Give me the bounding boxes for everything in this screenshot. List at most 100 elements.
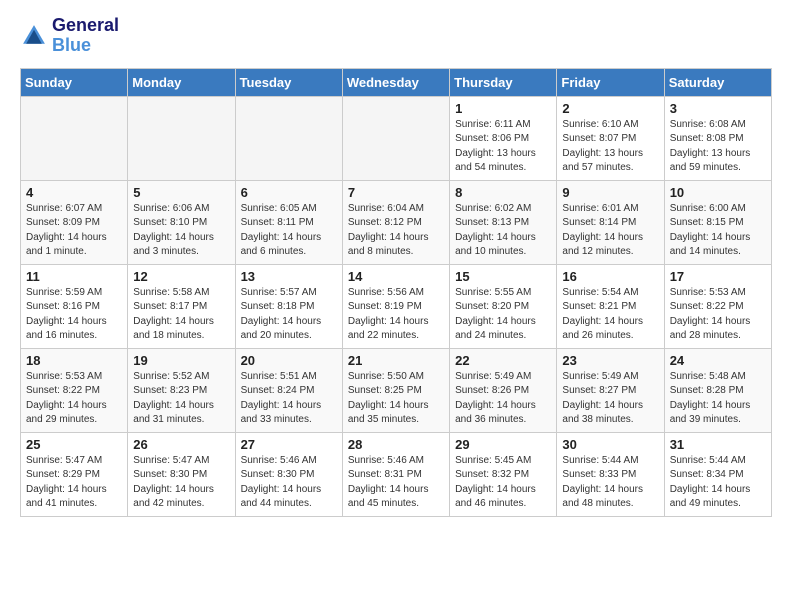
page: General Blue SundayMondayTuesdayWednesda…	[0, 0, 792, 537]
day-number: 8	[455, 185, 551, 200]
day-info: Sunrise: 5:51 AM Sunset: 8:24 PM Dayligh…	[241, 370, 337, 428]
day-info: Sunrise: 5:52 AM Sunset: 8:23 PM Dayligh…	[133, 370, 229, 428]
day-number: 19	[133, 353, 229, 368]
day-cell	[342, 96, 449, 180]
day-info: Sunrise: 5:49 AM Sunset: 8:26 PM Dayligh…	[455, 370, 551, 428]
day-cell: 2 Sunrise: 6:10 AM Sunset: 8:07 PM Daylig…	[557, 96, 664, 180]
day-info: Sunrise: 6:04 AM Sunset: 8:12 PM Dayligh…	[348, 202, 444, 260]
day-info: Sunrise: 5:57 AM Sunset: 8:18 PM Dayligh…	[241, 286, 337, 344]
day-cell: 29 Sunrise: 5:45 AM Sunset: 8:32 PM Dayli…	[450, 432, 557, 516]
day-cell: 6 Sunrise: 6:05 AM Sunset: 8:11 PM Daylig…	[235, 180, 342, 264]
col-header-thursday: Thursday	[450, 68, 557, 96]
day-info: Sunrise: 6:01 AM Sunset: 8:14 PM Dayligh…	[562, 202, 658, 260]
day-number: 3	[670, 101, 766, 116]
day-cell: 9 Sunrise: 6:01 AM Sunset: 8:14 PM Daylig…	[557, 180, 664, 264]
header-row: SundayMondayTuesdayWednesdayThursdayFrid…	[21, 68, 772, 96]
col-header-saturday: Saturday	[664, 68, 771, 96]
logo: General Blue	[20, 16, 119, 56]
day-info: Sunrise: 5:44 AM Sunset: 8:34 PM Dayligh…	[670, 454, 766, 512]
day-number: 11	[26, 269, 122, 284]
day-number: 4	[26, 185, 122, 200]
day-cell: 27Sunrise: 5:46 AM Sunset: 8:30 PM Dayli…	[235, 432, 342, 516]
day-info: Sunrise: 5:55 AM Sunset: 8:20 PM Dayligh…	[455, 286, 551, 344]
day-info: Sunrise: 6:10 AM Sunset: 8:07 PM Dayligh…	[562, 118, 658, 176]
day-cell	[128, 96, 235, 180]
day-info: Sunrise: 5:53 AM Sunset: 8:22 PM Dayligh…	[26, 370, 122, 428]
day-info: Sunrise: 5:48 AM Sunset: 8:28 PM Dayligh…	[670, 370, 766, 428]
day-info: Sunrise: 5:46 AM Sunset: 8:31 PM Dayligh…	[348, 454, 444, 512]
day-cell: 21 Sunrise: 5:50 AM Sunset: 8:25 PM Dayli…	[342, 348, 449, 432]
day-info: Sunrise: 5:49 AM Sunset: 8:27 PM Dayligh…	[562, 370, 658, 428]
day-info: Sunrise: 5:59 AM Sunset: 8:16 PM Dayligh…	[26, 286, 122, 344]
day-cell: 30 Sunrise: 5:44 AM Sunset: 8:33 PM Dayli…	[557, 432, 664, 516]
day-number: 28	[348, 437, 444, 452]
col-header-friday: Friday	[557, 68, 664, 96]
day-number: 24	[670, 353, 766, 368]
day-cell: 4 Sunrise: 6:07 AM Sunset: 8:09 PM Daylig…	[21, 180, 128, 264]
day-cell: 1 Sunrise: 6:11 AM Sunset: 8:06 PM Daylig…	[450, 96, 557, 180]
col-header-monday: Monday	[128, 68, 235, 96]
day-info: Sunrise: 5:47 AM Sunset: 8:30 PM Dayligh…	[133, 454, 229, 512]
day-info: Sunrise: 6:05 AM Sunset: 8:11 PM Dayligh…	[241, 202, 337, 260]
day-number: 23	[562, 353, 658, 368]
day-number: 16	[562, 269, 658, 284]
day-number: 9	[562, 185, 658, 200]
day-cell: 14 Sunrise: 5:56 AM Sunset: 8:19 PM Dayli…	[342, 264, 449, 348]
week-row-2: 4 Sunrise: 6:07 AM Sunset: 8:09 PM Daylig…	[21, 180, 772, 264]
day-info: Sunrise: 6:07 AM Sunset: 8:09 PM Dayligh…	[26, 202, 122, 260]
day-info: Sunrise: 5:53 AM Sunset: 8:22 PM Dayligh…	[670, 286, 766, 344]
day-cell: 19 Sunrise: 5:52 AM Sunset: 8:23 PM Dayli…	[128, 348, 235, 432]
day-info: Sunrise: 5:54 AM Sunset: 8:21 PM Dayligh…	[562, 286, 658, 344]
day-info: Sunrise: 5:47 AM Sunset: 8:29 PM Dayligh…	[26, 454, 122, 512]
day-info: Sunrise: 6:00 AM Sunset: 8:15 PM Dayligh…	[670, 202, 766, 260]
day-number: 29	[455, 437, 551, 452]
day-number: 14	[348, 269, 444, 284]
day-number: 30	[562, 437, 658, 452]
day-cell: 5Sunrise: 6:06 AM Sunset: 8:10 PM Daylig…	[128, 180, 235, 264]
day-cell: 16 Sunrise: 5:54 AM Sunset: 8:21 PM Dayli…	[557, 264, 664, 348]
day-info: Sunrise: 5:45 AM Sunset: 8:32 PM Dayligh…	[455, 454, 551, 512]
day-number: 2	[562, 101, 658, 116]
day-cell: 28 Sunrise: 5:46 AM Sunset: 8:31 PM Dayli…	[342, 432, 449, 516]
day-cell: 11 Sunrise: 5:59 AM Sunset: 8:16 PM Dayli…	[21, 264, 128, 348]
day-number: 6	[241, 185, 337, 200]
day-number: 26	[133, 437, 229, 452]
week-row-3: 11 Sunrise: 5:59 AM Sunset: 8:16 PM Dayli…	[21, 264, 772, 348]
day-cell: 24 Sunrise: 5:48 AM Sunset: 8:28 PM Dayli…	[664, 348, 771, 432]
day-number: 22	[455, 353, 551, 368]
day-cell: 22 Sunrise: 5:49 AM Sunset: 8:26 PM Dayli…	[450, 348, 557, 432]
day-number: 7	[348, 185, 444, 200]
day-info: Sunrise: 6:08 AM Sunset: 8:08 PM Dayligh…	[670, 118, 766, 176]
day-cell: 17Sunrise: 5:53 AM Sunset: 8:22 PM Dayli…	[664, 264, 771, 348]
day-number: 12	[133, 269, 229, 284]
day-number: 15	[455, 269, 551, 284]
day-number: 5	[133, 185, 229, 200]
day-info: Sunrise: 6:11 AM Sunset: 8:06 PM Dayligh…	[455, 118, 551, 176]
col-header-sunday: Sunday	[21, 68, 128, 96]
day-info: Sunrise: 5:44 AM Sunset: 8:33 PM Dayligh…	[562, 454, 658, 512]
day-info: Sunrise: 6:02 AM Sunset: 8:13 PM Dayligh…	[455, 202, 551, 260]
day-cell: 31 Sunrise: 5:44 AM Sunset: 8:34 PM Dayli…	[664, 432, 771, 516]
day-number: 10	[670, 185, 766, 200]
day-cell: 12Sunrise: 5:58 AM Sunset: 8:17 PM Dayli…	[128, 264, 235, 348]
header: General Blue	[20, 16, 772, 56]
calendar-table: SundayMondayTuesdayWednesdayThursdayFrid…	[20, 68, 772, 517]
day-number: 21	[348, 353, 444, 368]
col-header-wednesday: Wednesday	[342, 68, 449, 96]
day-number: 18	[26, 353, 122, 368]
day-number: 31	[670, 437, 766, 452]
day-number: 1	[455, 101, 551, 116]
day-cell: 3 Sunrise: 6:08 AM Sunset: 8:08 PM Daylig…	[664, 96, 771, 180]
day-number: 13	[241, 269, 337, 284]
day-cell: 13 Sunrise: 5:57 AM Sunset: 8:18 PM Dayli…	[235, 264, 342, 348]
week-row-4: 18 Sunrise: 5:53 AM Sunset: 8:22 PM Dayli…	[21, 348, 772, 432]
day-info: Sunrise: 5:50 AM Sunset: 8:25 PM Dayligh…	[348, 370, 444, 428]
day-info: Sunrise: 5:46 AM Sunset: 8:30 PM Dayligh…	[241, 454, 337, 512]
week-row-1: 1 Sunrise: 6:11 AM Sunset: 8:06 PM Daylig…	[21, 96, 772, 180]
day-number: 25	[26, 437, 122, 452]
day-info: Sunrise: 5:56 AM Sunset: 8:19 PM Dayligh…	[348, 286, 444, 344]
day-number: 20	[241, 353, 337, 368]
week-row-5: 25 Sunrise: 5:47 AM Sunset: 8:29 PM Dayli…	[21, 432, 772, 516]
day-cell: 25 Sunrise: 5:47 AM Sunset: 8:29 PM Dayli…	[21, 432, 128, 516]
day-cell: 7 Sunrise: 6:04 AM Sunset: 8:12 PM Daylig…	[342, 180, 449, 264]
